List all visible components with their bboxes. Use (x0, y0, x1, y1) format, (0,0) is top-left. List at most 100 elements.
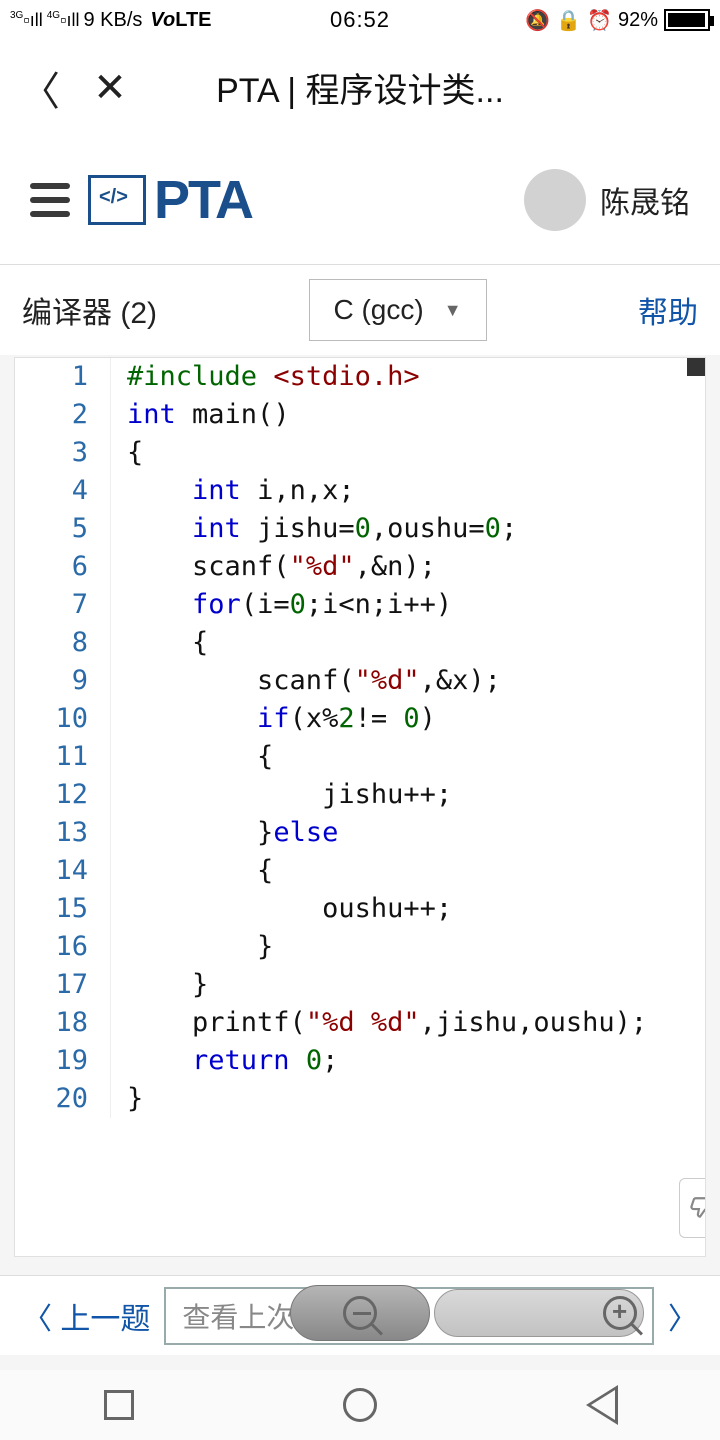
pta-header: PTA 陈晟铭 (0, 135, 720, 265)
feedback-tab[interactable] (679, 1178, 706, 1238)
code-editor[interactable]: 1#include <stdio.h>2int main()3{4 int i,… (14, 357, 706, 1257)
code-line[interactable]: 20} (15, 1080, 705, 1118)
recent-apps-button[interactable] (104, 1390, 134, 1420)
line-number: 10 (15, 700, 111, 738)
lock-icon: 🔒 (556, 8, 581, 33)
chevron-down-icon: ▼ (444, 300, 462, 321)
code-content[interactable]: int jishu=0,oushu=0; (111, 510, 517, 548)
code-line[interactable]: 18 printf("%d %d",jishu,oushu); (15, 1004, 705, 1042)
next-question-link[interactable]: 〉 (668, 1294, 698, 1338)
code-line[interactable]: 1#include <stdio.h> (15, 358, 705, 396)
code-content[interactable]: } (111, 966, 208, 1004)
code-content[interactable]: }else (111, 814, 338, 852)
line-number: 19 (15, 1042, 111, 1080)
code-content[interactable]: #include <stdio.h> (111, 358, 420, 396)
code-content[interactable]: { (111, 852, 273, 890)
status-right: 🔕 🔒 ⏰ 92% (525, 8, 710, 33)
code-content[interactable]: for(i=0;i<n;i++) (111, 586, 452, 624)
line-number: 1 (15, 358, 111, 396)
signal-2-icon: 4G▫ıll (47, 10, 80, 31)
code-content[interactable]: if(x%2!= 0) (111, 700, 436, 738)
line-number: 2 (15, 396, 111, 434)
code-line[interactable]: 3{ (15, 434, 705, 472)
code-line[interactable]: 6 scanf("%d",&n); (15, 548, 705, 586)
line-number: 5 (15, 510, 111, 548)
home-button[interactable] (343, 1388, 377, 1422)
code-content[interactable]: } (111, 1080, 143, 1118)
line-number: 14 (15, 852, 111, 890)
zoom-out-button[interactable] (290, 1285, 430, 1341)
code-content[interactable]: int i,n,x; (111, 472, 355, 510)
zoom-track[interactable] (434, 1289, 644, 1337)
code-content[interactable]: scanf("%d",&n); (111, 548, 436, 586)
last-submit-button[interactable]: 查看上次提交 (164, 1287, 654, 1345)
pta-logo-text: PTA (154, 169, 252, 231)
pta-logo[interactable]: PTA (88, 169, 252, 231)
line-number: 4 (15, 472, 111, 510)
code-line[interactable]: 19 return 0; (15, 1042, 705, 1080)
code-line[interactable]: 17 } (15, 966, 705, 1004)
code-line[interactable]: 8 { (15, 624, 705, 662)
signal-1-icon: 3G▫ıll (10, 10, 43, 31)
code-line[interactable]: 10 if(x%2!= 0) (15, 700, 705, 738)
zoom-out-icon (343, 1296, 377, 1330)
net-speed: 9 KB/s (83, 9, 142, 32)
zoom-control[interactable] (294, 1285, 644, 1341)
line-number: 20 (15, 1080, 111, 1118)
compiler-selected: C (gcc) (333, 294, 423, 326)
username: 陈晟铭 (600, 178, 690, 222)
code-content[interactable]: { (111, 624, 208, 662)
code-content[interactable]: return 0; (111, 1042, 338, 1080)
line-number: 11 (15, 738, 111, 776)
browser-title: PTA | 程序设计类... (216, 63, 504, 112)
line-number: 16 (15, 928, 111, 966)
prev-question-link[interactable]: 〈 上一题 (22, 1294, 150, 1338)
browser-close-button[interactable]: ✕ (90, 65, 130, 111)
code-line[interactable]: 4 int i,n,x; (15, 472, 705, 510)
line-number: 13 (15, 814, 111, 852)
code-content[interactable]: scanf("%d",&x); (111, 662, 501, 700)
code-content[interactable]: jishu++; (111, 776, 452, 814)
back-button[interactable] (586, 1387, 616, 1423)
code-content[interactable]: { (111, 434, 143, 472)
browser-back-button[interactable]: 〈 (20, 59, 60, 117)
scroll-indicator (687, 358, 705, 376)
status-bar: 3G▫ıll 4G▫ıll 9 KB/s VoLTE 06:52 🔕 🔒 ⏰ 9… (0, 0, 720, 40)
code-line[interactable]: 9 scanf("%d",&x); (15, 662, 705, 700)
avatar[interactable] (524, 169, 586, 231)
zoom-in-icon[interactable] (603, 1296, 637, 1330)
compiler-select[interactable]: C (gcc) ▼ (309, 279, 487, 341)
status-time: 06:52 (330, 7, 390, 33)
help-link[interactable]: 帮助 (638, 288, 698, 332)
status-left: 3G▫ıll 4G▫ıll 9 KB/s VoLTE (10, 9, 212, 32)
code-line[interactable]: 12 jishu++; (15, 776, 705, 814)
code-content[interactable]: int main() (111, 396, 290, 434)
line-number: 7 (15, 586, 111, 624)
battery-icon (664, 9, 710, 31)
code-line[interactable]: 7 for(i=0;i<n;i++) (15, 586, 705, 624)
code-line[interactable]: 2int main() (15, 396, 705, 434)
code-line[interactable]: 13 }else (15, 814, 705, 852)
code-line[interactable]: 15 oushu++; (15, 890, 705, 928)
code-line[interactable]: 11 { (15, 738, 705, 776)
code-content[interactable]: { (111, 738, 273, 776)
bottom-row: 〈 上一题 查看上次提交 〉 (0, 1275, 720, 1355)
code-line[interactable]: 16 } (15, 928, 705, 966)
user-area[interactable]: 陈晟铭 (524, 169, 690, 231)
thumbs-down-icon (687, 1195, 707, 1221)
hamburger-menu-button[interactable] (30, 183, 70, 217)
battery-pct: 92% (618, 9, 658, 32)
code-content[interactable]: oushu++; (111, 890, 452, 928)
compiler-row: 编译器 (2) C (gcc) ▼ 帮助 (0, 265, 720, 355)
line-number: 12 (15, 776, 111, 814)
line-number: 15 (15, 890, 111, 928)
dnd-icon: 🔕 (525, 8, 550, 33)
line-number: 3 (15, 434, 111, 472)
browser-bar: 〈 ✕ PTA | 程序设计类... (0, 40, 720, 135)
system-navbar (0, 1370, 720, 1440)
code-content[interactable]: } (111, 928, 273, 966)
code-line[interactable]: 5 int jishu=0,oushu=0; (15, 510, 705, 548)
code-content[interactable]: printf("%d %d",jishu,oushu); (111, 1004, 647, 1042)
code-line[interactable]: 14 { (15, 852, 705, 890)
line-number: 17 (15, 966, 111, 1004)
